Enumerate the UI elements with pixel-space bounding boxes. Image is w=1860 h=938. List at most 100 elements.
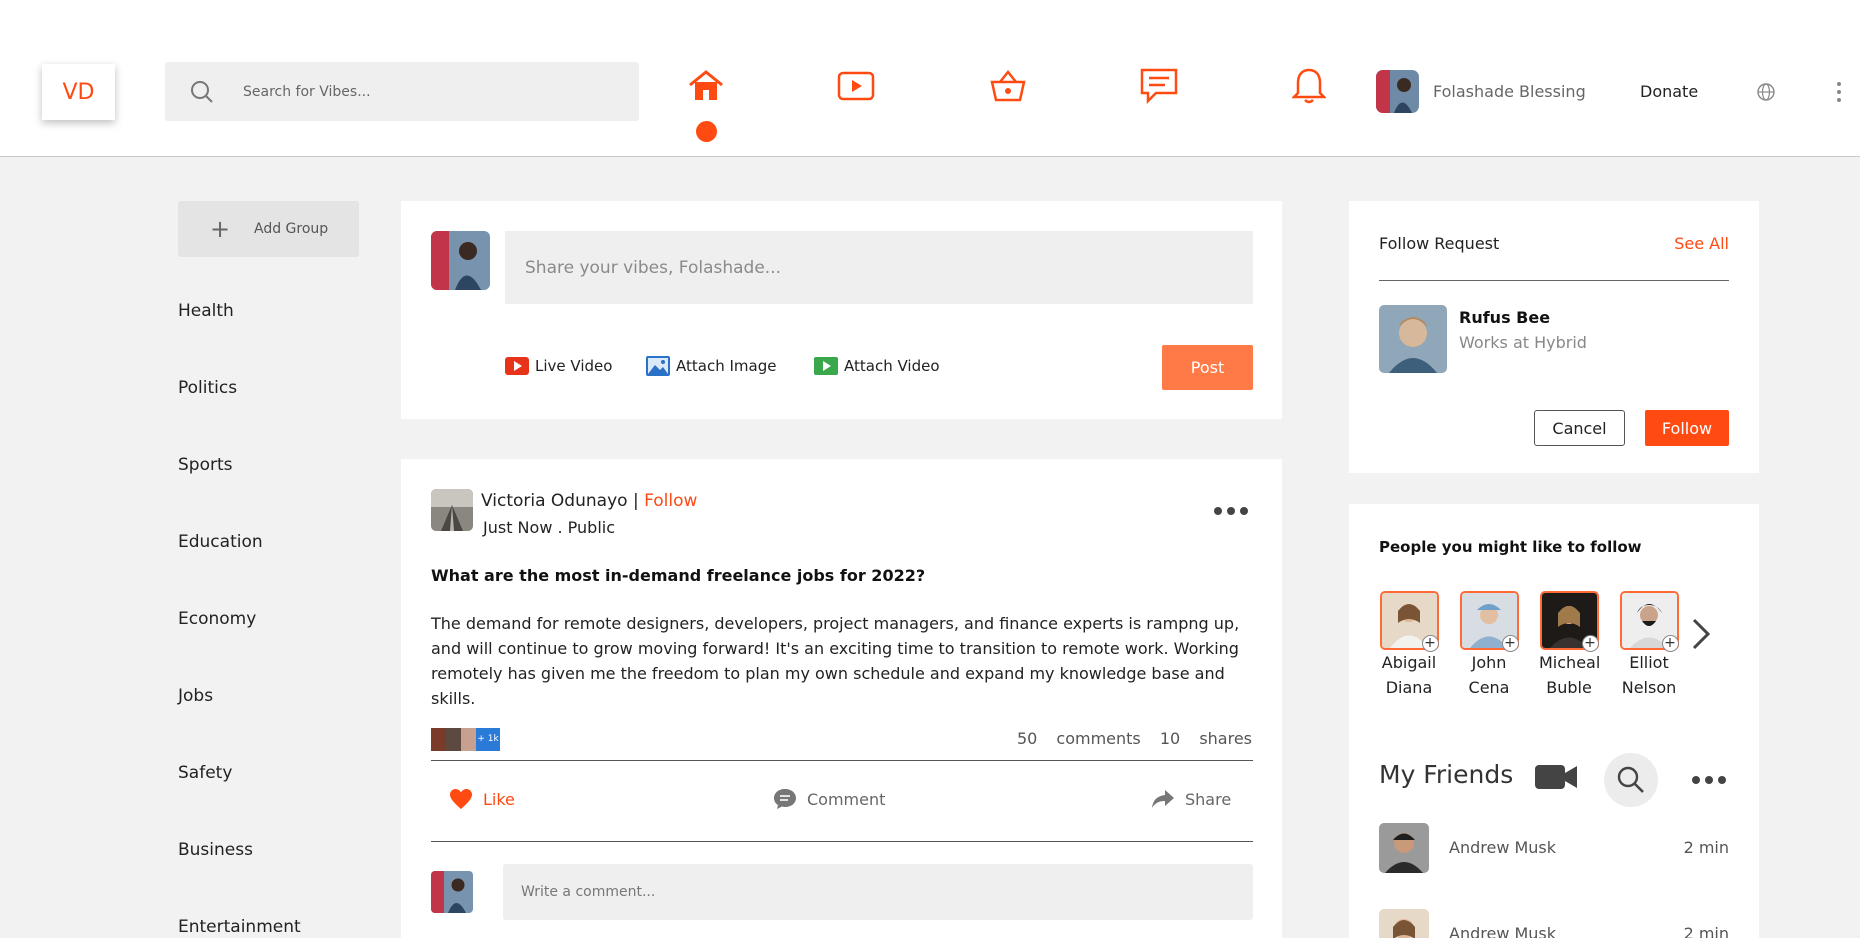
search-icon: [191, 81, 213, 103]
more-options-icon[interactable]: [1691, 774, 1727, 786]
more-options-icon[interactable]: [1213, 505, 1249, 517]
comments-label[interactable]: comments: [1056, 729, 1140, 748]
chat-icon[interactable]: [1139, 66, 1179, 106]
suggestion-first-name: Micheal: [1539, 653, 1601, 672]
group-item-sports[interactable]: Sports: [178, 455, 233, 475]
live-video-label: Live Video: [535, 357, 613, 375]
share-vibes-input[interactable]: [505, 231, 1253, 304]
group-item-politics[interactable]: Politics: [178, 378, 237, 398]
video-icon: [814, 357, 838, 375]
group-item-education[interactable]: Education: [178, 532, 263, 552]
suggestions-title: People you might like to follow: [1379, 538, 1642, 556]
user-name[interactable]: Folashade Blessing: [1433, 82, 1586, 101]
avatar: [431, 728, 446, 751]
group-item-entertainment[interactable]: Entertainment: [178, 917, 301, 937]
friend-time: 2 min: [1683, 924, 1729, 938]
add-group-label: Add Group: [254, 221, 329, 237]
avatar: [461, 728, 476, 751]
attach-image-label: Attach Image: [676, 357, 777, 375]
comment-icon: [774, 789, 796, 809]
avatar: [1379, 909, 1429, 938]
group-item-safety[interactable]: Safety: [178, 763, 232, 783]
follow-request-card: Follow Request See All Rufus Bee Works a…: [1349, 201, 1759, 473]
reaction-avatars[interactable]: + 1k: [431, 728, 500, 751]
avatar: +: [1619, 591, 1679, 652]
follow-button[interactable]: Follow: [1645, 410, 1729, 446]
chevron-right-icon[interactable]: [1689, 616, 1713, 652]
donate-link[interactable]: Donate: [1640, 82, 1698, 101]
video-play-icon[interactable]: [836, 66, 876, 106]
suggestion-last-name: Nelson: [1621, 678, 1677, 697]
friends-search-button[interactable]: [1604, 753, 1658, 807]
feed-post: Victoria Odunayo | Follow Just Now . Pub…: [401, 459, 1282, 938]
post-meta: Just Now . Public: [483, 518, 616, 537]
follow-link[interactable]: Follow: [644, 491, 697, 511]
home-icon[interactable]: [686, 66, 726, 106]
shares-count[interactable]: 10: [1160, 729, 1180, 748]
comment-button[interactable]: Comment: [773, 788, 885, 810]
add-icon[interactable]: +: [1501, 635, 1519, 652]
friend-name: Andrew Musk: [1449, 924, 1557, 938]
avatar: [431, 871, 473, 913]
suggestion-first-name: John: [1471, 653, 1507, 672]
comments-count[interactable]: 50: [1017, 729, 1037, 748]
suggestion-item[interactable]: + John Cena: [1459, 591, 1519, 700]
suggestion-first-name: Elliot: [1629, 653, 1669, 672]
attach-image-button[interactable]: Attach Image: [646, 356, 776, 376]
suggestion-item[interactable]: + Micheal Buble: [1539, 591, 1601, 700]
avatar: [446, 728, 461, 751]
like-label: Like: [483, 789, 515, 809]
avatar[interactable]: [1376, 70, 1419, 113]
live-video-button[interactable]: Live Video: [505, 356, 612, 376]
my-friends-title: My Friends: [1379, 760, 1514, 789]
divider: [1379, 280, 1729, 281]
author-separator: |: [632, 491, 639, 511]
post-button[interactable]: Post: [1162, 345, 1253, 390]
search-bar[interactable]: [165, 62, 639, 121]
bell-icon[interactable]: [1289, 66, 1329, 106]
author-name[interactable]: Victoria Odunayo: [481, 491, 628, 511]
globe-icon[interactable]: [1756, 82, 1776, 102]
follow-request-title: Follow Request: [1379, 234, 1500, 253]
suggestion-item[interactable]: + Elliot Nelson: [1619, 591, 1679, 700]
like-button[interactable]: Like: [449, 788, 515, 810]
share-label: Share: [1185, 789, 1232, 809]
group-item-health[interactable]: Health: [178, 301, 234, 321]
friend-item[interactable]: Andrew Musk 2 min: [1379, 823, 1729, 873]
suggestion-item[interactable]: + Abigail Diana: [1379, 591, 1439, 700]
add-group-button[interactable]: + Add Group: [178, 201, 359, 257]
reaction-count-badge: + 1k: [476, 728, 500, 751]
logo[interactable]: VD: [42, 64, 115, 120]
add-icon[interactable]: +: [1661, 635, 1679, 652]
active-indicator: [696, 121, 717, 142]
requester-subtitle: Works at Hybrid: [1459, 333, 1587, 352]
avatar: +: [1379, 591, 1439, 652]
more-vertical-icon[interactable]: [1835, 80, 1843, 104]
avatar[interactable]: [1379, 305, 1447, 373]
see-all-link[interactable]: See All: [1674, 234, 1729, 253]
divider: [431, 760, 1253, 761]
video-camera-icon[interactable]: [1535, 762, 1577, 792]
post-stats: 50 comments 10 shares: [1003, 729, 1252, 748]
cancel-button[interactable]: Cancel: [1534, 410, 1625, 446]
attach-video-label: Attach Video: [844, 357, 940, 375]
comment-input[interactable]: [503, 864, 1253, 920]
requester-name[interactable]: Rufus Bee: [1459, 308, 1550, 327]
friend-time: 2 min: [1683, 838, 1729, 857]
friend-item[interactable]: Andrew Musk 2 min: [1379, 909, 1729, 938]
avatar[interactable]: [431, 489, 473, 531]
share-button[interactable]: Share: [1151, 788, 1231, 810]
group-item-jobs[interactable]: Jobs: [178, 686, 213, 706]
search-input[interactable]: [243, 62, 623, 121]
image-icon: [646, 356, 670, 376]
add-icon[interactable]: +: [1421, 635, 1439, 652]
shares-label[interactable]: shares: [1199, 729, 1252, 748]
basket-icon[interactable]: [988, 66, 1028, 106]
live-video-icon: [505, 357, 529, 375]
group-item-business[interactable]: Business: [178, 840, 253, 860]
add-icon[interactable]: +: [1581, 635, 1599, 652]
avatar: [1379, 823, 1429, 873]
group-item-economy[interactable]: Economy: [178, 609, 256, 629]
attach-video-button[interactable]: Attach Video: [814, 356, 940, 376]
top-navbar: VD Folashade Blessing Donate: [0, 0, 1860, 157]
